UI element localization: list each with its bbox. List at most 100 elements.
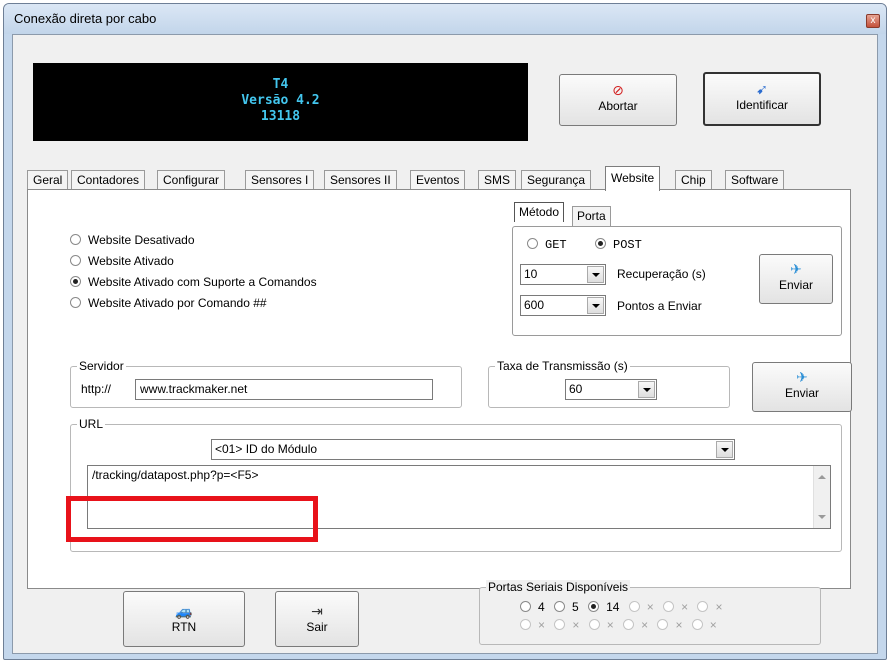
port-label: × bbox=[681, 600, 689, 614]
device-identify-icon: ➹ bbox=[756, 81, 768, 97]
tab-contadores[interactable]: Contadores bbox=[71, 170, 146, 190]
radio-button-selected[interactable] bbox=[588, 601, 600, 612]
port-option: × bbox=[691, 618, 717, 632]
car-icon: 🚙 bbox=[175, 603, 193, 619]
device-info-display: T4 Versão 4.2 13118 bbox=[33, 63, 528, 141]
transmission-legend: Taxa de Transmissão (s) bbox=[495, 359, 630, 373]
abort-button[interactable]: ⊘ Abortar bbox=[559, 74, 677, 126]
port-option: × bbox=[697, 600, 723, 614]
radio-button-selected[interactable] bbox=[70, 276, 81, 287]
port-label: 14 bbox=[606, 600, 620, 614]
radio-button[interactable] bbox=[70, 234, 81, 245]
tab-metodo[interactable]: Método bbox=[514, 202, 565, 222]
mode-label: Website Ativado por Comando ## bbox=[88, 296, 267, 310]
mode-option-enabled[interactable]: Website Ativado bbox=[70, 254, 174, 268]
radio-button[interactable] bbox=[520, 601, 531, 612]
device-version: Versão 4.2 bbox=[241, 93, 320, 108]
points-value: 600 bbox=[524, 298, 545, 312]
port-label: × bbox=[715, 600, 723, 614]
port-option: × bbox=[663, 600, 688, 614]
server-group: Servidor http:// www.trackmaker.net bbox=[70, 359, 462, 408]
transmission-value: 60 bbox=[569, 382, 583, 396]
port-option: × bbox=[628, 600, 654, 614]
server-prefix: http:// bbox=[81, 382, 112, 396]
transmission-send-button[interactable]: ✈ Enviar bbox=[752, 362, 852, 412]
chevron-down-icon[interactable] bbox=[587, 297, 604, 314]
title-bar[interactable]: Conexão direta por cabo x bbox=[4, 4, 886, 34]
radio-button bbox=[520, 619, 531, 630]
tab-configurar[interactable]: Configurar bbox=[157, 170, 226, 190]
radio-button[interactable] bbox=[70, 297, 81, 308]
radio-button[interactable] bbox=[554, 601, 566, 612]
method-get[interactable]: GET bbox=[527, 238, 567, 252]
no-entry-icon: ⊘ bbox=[612, 82, 624, 98]
scroll-down-icon[interactable] bbox=[818, 515, 826, 519]
dialog-client-area: T4 Versão 4.2 13118 ⊘ Abortar ➹ Identifi… bbox=[12, 34, 878, 654]
serial-ports-row-2: × × × × × × bbox=[520, 618, 723, 632]
tab-sms[interactable]: SMS bbox=[478, 170, 517, 190]
window-title: Conexão direta por cabo bbox=[14, 11, 157, 26]
identify-button[interactable]: ➹ Identificar bbox=[703, 72, 821, 126]
send-label: Enviar bbox=[784, 386, 819, 400]
tab-website[interactable]: Website bbox=[605, 166, 661, 191]
port-label: × bbox=[646, 600, 654, 614]
radio-button-selected[interactable] bbox=[595, 238, 606, 249]
url-scrollbar[interactable] bbox=[813, 466, 830, 528]
transmission-select[interactable]: 60 bbox=[565, 379, 657, 400]
abort-label: Abortar bbox=[598, 99, 638, 113]
send-icon: ✈ bbox=[790, 261, 802, 277]
close-button[interactable]: x bbox=[866, 14, 880, 28]
close-icon: x bbox=[870, 15, 876, 26]
dialog-window: Conexão direta por cabo x T4 Versão 4.2 … bbox=[3, 3, 887, 660]
post-label: POST bbox=[613, 238, 642, 252]
port-option[interactable]: 14 bbox=[588, 600, 619, 614]
tab-eventos[interactable]: Eventos bbox=[410, 170, 466, 190]
method-send-button[interactable]: ✈ Enviar bbox=[759, 254, 833, 304]
radio-button bbox=[588, 619, 600, 630]
port-option: × bbox=[520, 618, 545, 632]
radio-button bbox=[691, 619, 703, 630]
tab-software[interactable]: Software bbox=[725, 170, 785, 190]
port-option: × bbox=[588, 618, 614, 632]
radio-button[interactable] bbox=[70, 255, 81, 266]
url-field-select[interactable]: <01> ID do Módulo bbox=[211, 439, 735, 460]
exit-button[interactable]: ⇥ Sair bbox=[275, 591, 359, 647]
port-option[interactable]: 5 bbox=[554, 600, 579, 614]
mode-option-disabled[interactable]: Website Desativado bbox=[70, 233, 195, 247]
radio-button[interactable] bbox=[527, 238, 538, 249]
radio-button bbox=[657, 619, 669, 630]
mode-option-enabled-commands[interactable]: Website Ativado com Suporte a Comandos bbox=[70, 275, 317, 289]
server-input[interactable]: www.trackmaker.net bbox=[135, 379, 433, 400]
points-select[interactable]: 600 bbox=[520, 295, 606, 316]
mode-option-by-command[interactable]: Website Ativado por Comando ## bbox=[70, 296, 267, 310]
radio-button bbox=[663, 601, 675, 612]
rtn-button[interactable]: 🚙 RTN bbox=[123, 591, 245, 647]
recovery-label: Recuperação (s) bbox=[617, 267, 706, 281]
tab-seguranca[interactable]: Segurança bbox=[521, 170, 592, 190]
tab-porta[interactable]: Porta bbox=[572, 206, 611, 226]
exit-label: Sair bbox=[306, 620, 328, 634]
port-label: × bbox=[709, 618, 717, 632]
url-field-value: <01> ID do Módulo bbox=[215, 442, 318, 456]
tab-geral[interactable]: Geral bbox=[27, 170, 69, 190]
url-legend: URL bbox=[77, 417, 106, 431]
recovery-value: 10 bbox=[524, 267, 538, 281]
mode-label: Website Desativado bbox=[88, 233, 195, 247]
port-label: × bbox=[572, 618, 580, 632]
port-option[interactable]: 4 bbox=[520, 600, 545, 614]
chevron-down-icon[interactable] bbox=[716, 441, 733, 458]
chevron-down-icon[interactable] bbox=[587, 266, 604, 283]
tab-sensores-ii[interactable]: Sensores II bbox=[324, 170, 397, 190]
url-value: /tracking/datapost.php?p=<F5> bbox=[92, 468, 259, 482]
scroll-up-icon[interactable] bbox=[818, 475, 826, 479]
tab-sensores-i[interactable]: Sensores I bbox=[245, 170, 315, 190]
method-post[interactable]: POST bbox=[595, 238, 642, 252]
serial-ports-group: Portas Seriais Disponíveis 4 5 14 × × × … bbox=[479, 580, 821, 645]
port-label: 5 bbox=[572, 600, 579, 614]
device-model: T4 bbox=[272, 77, 289, 92]
chevron-down-icon[interactable] bbox=[638, 381, 655, 398]
exit-icon: ⇥ bbox=[311, 603, 323, 619]
port-option: × bbox=[657, 618, 682, 632]
recovery-select[interactable]: 10 bbox=[520, 264, 606, 285]
tab-chip[interactable]: Chip bbox=[675, 170, 712, 190]
